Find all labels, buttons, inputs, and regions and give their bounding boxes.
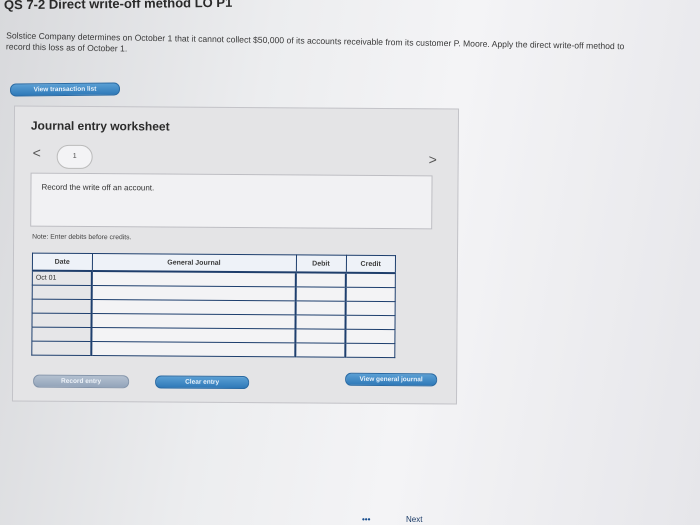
- credit-field[interactable]: [345, 272, 396, 288]
- journal-table: Date General Journal Debit Credit Oct 01: [31, 252, 397, 359]
- instruction-text: Record the write off an account.: [41, 182, 155, 193]
- date-cell: [32, 285, 92, 300]
- credit-field[interactable]: [345, 287, 396, 302]
- chevron-right-icon[interactable]: >: [429, 151, 437, 167]
- view-transaction-list-button[interactable]: View transaction list: [9, 82, 121, 97]
- account-field[interactable]: [91, 285, 296, 301]
- account-field[interactable]: [91, 299, 296, 315]
- column-header-date: Date: [32, 253, 93, 271]
- account-field[interactable]: [91, 313, 296, 329]
- credit-field[interactable]: [345, 329, 395, 344]
- credit-field[interactable]: [345, 315, 396, 330]
- page-title: QS 7-2 Direct write-off method LO P1: [3, 0, 233, 13]
- instruction-box: Record the write off an account.: [30, 172, 433, 230]
- worksheet-title: Journal entry worksheet: [30, 118, 170, 134]
- debit-field[interactable]: [295, 314, 346, 330]
- chevron-left-icon[interactable]: <: [33, 145, 41, 161]
- credit-field[interactable]: [345, 301, 396, 316]
- account-field[interactable]: [91, 270, 296, 287]
- pager-page-1[interactable]: 1: [56, 144, 93, 170]
- date-cell: [31, 327, 92, 342]
- column-header-general-journal: General Journal: [91, 253, 297, 273]
- account-field[interactable]: [91, 341, 296, 357]
- date-cell: [31, 313, 92, 328]
- clear-entry-button[interactable]: Clear entry: [155, 375, 250, 390]
- date-cell: Oct 01: [32, 270, 92, 286]
- column-header-debit: Debit: [295, 254, 347, 273]
- view-general-journal-button[interactable]: View general journal: [345, 372, 438, 387]
- problem-statement: Solstice Company determines on October 1…: [5, 30, 625, 54]
- more-dots-icon[interactable]: •••: [362, 515, 370, 524]
- table-row: [31, 341, 395, 358]
- date-cell: [32, 299, 92, 314]
- note-text: Note: Enter debits before credits.: [32, 233, 132, 242]
- record-entry-button[interactable]: Record entry: [33, 374, 130, 389]
- debit-field[interactable]: [295, 286, 346, 302]
- debit-field[interactable]: [295, 300, 346, 316]
- account-field[interactable]: [91, 327, 296, 343]
- column-header-credit: Credit: [345, 255, 396, 274]
- date-cell: [31, 341, 92, 356]
- journal-entry-worksheet: Journal entry worksheet < 1 > Record the…: [11, 105, 460, 405]
- credit-field[interactable]: [345, 343, 395, 358]
- debit-field[interactable]: [295, 272, 346, 288]
- debit-field[interactable]: [295, 328, 346, 344]
- next-button[interactable]: Next: [406, 515, 422, 524]
- debit-field[interactable]: [295, 342, 346, 358]
